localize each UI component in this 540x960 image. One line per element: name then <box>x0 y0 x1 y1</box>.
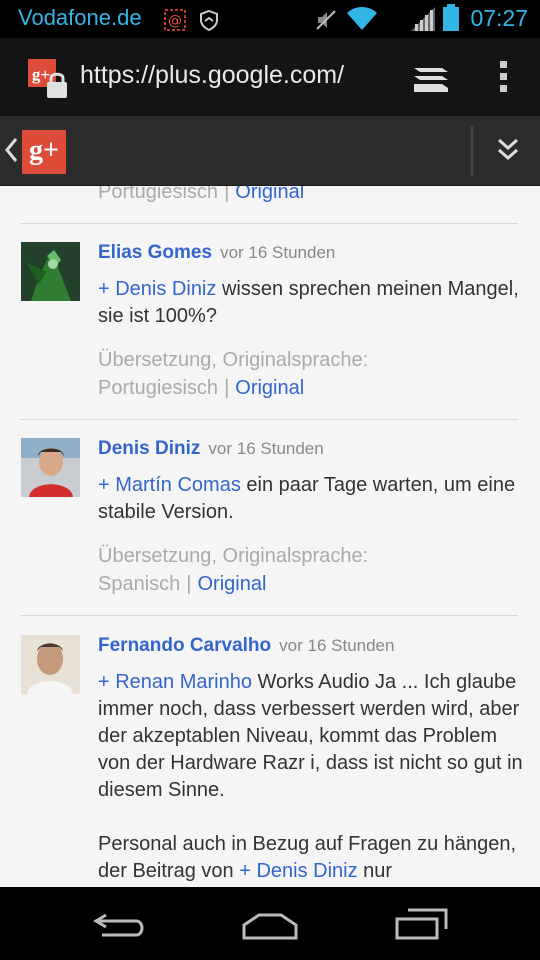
overflow-menu-icon[interactable] <box>499 60 509 98</box>
url-field[interactable]: https://plus.google.com/ <box>80 61 344 90</box>
wifi-icon <box>346 6 378 36</box>
gplus-logo[interactable]: g+ <box>22 130 66 174</box>
comment-header: Denis Diniz vor 16 Stunden <box>98 438 324 460</box>
mention-link[interactable]: + Renan Marinho <box>98 671 252 693</box>
email-notification-icon: @ <box>164 9 186 35</box>
comment-time: vor 16 Stunden <box>279 636 395 655</box>
mention-link[interactable]: + Martín Comas <box>98 474 241 496</box>
home-icon[interactable] <box>241 911 299 945</box>
back-icon[interactable] <box>92 911 148 945</box>
comment-header: Elias Gomes vor 16 Stunden <box>98 242 335 264</box>
original-link[interactable]: Original <box>197 573 266 595</box>
mention-link[interactable]: + Denis Diniz <box>98 278 216 300</box>
comment-text-continued: Personal auch in Bezug auf Fragen zu hän… <box>98 833 517 882</box>
comment-text: + Denis Diniz wissen sprechen meinen Man… <box>98 278 519 327</box>
gplus-app-bar: g+ <box>0 116 540 186</box>
signal-icon <box>410 6 436 36</box>
gplus-secure-icon: g+ <box>28 59 70 105</box>
recent-apps-icon[interactable] <box>394 907 450 945</box>
comment-text: + Renan Marinho Works Audio Ja ... Ich g… <box>98 671 523 801</box>
avatar[interactable] <box>21 635 80 694</box>
author-name[interactable]: Denis Diniz <box>98 438 200 459</box>
author-name[interactable]: Elias Gomes <box>98 242 212 263</box>
divider <box>20 419 518 420</box>
system-nav-bar <box>0 887 540 960</box>
carrier-label: Vodafone.de <box>18 5 142 30</box>
comment-time: vor 16 Stunden <box>208 439 324 458</box>
translation-info: Übersetzung, Originalsprache: Portugiesi… <box>98 349 369 399</box>
original-link[interactable]: Original <box>235 377 304 399</box>
comment-header: Fernando Carvalho vor 16 Stunden <box>98 635 394 657</box>
comments-list: Portugiesisch | Original Elias Gomes vor 16… <box>0 186 540 887</box>
translation-info: Übersetzung, Originalsprache: Spanisch | O… <box>98 545 369 595</box>
bar-divider <box>471 126 473 176</box>
divider <box>20 615 518 616</box>
svg-text:g+: g+ <box>32 65 50 84</box>
tabs-icon[interactable] <box>412 64 450 98</box>
avatar[interactable] <box>21 242 80 301</box>
svg-text:@: @ <box>168 13 182 29</box>
original-link[interactable]: Original <box>235 186 304 203</box>
comment-text: + Martín Comas ein paar Tage warten, um … <box>98 474 516 523</box>
expand-double-chevron-icon[interactable] <box>497 136 519 168</box>
clock: 07:27 <box>470 5 528 31</box>
comment-time: vor 16 Stunden <box>220 243 336 262</box>
battery-icon <box>442 4 460 36</box>
status-bar: Vodafone.de @ 07:27 <box>0 0 540 38</box>
avatar[interactable] <box>21 438 80 497</box>
vpn-shield-icon <box>198 9 220 35</box>
mention-link[interactable]: + Denis Diniz <box>239 860 357 882</box>
mute-icon <box>314 8 338 36</box>
browser-url-bar: g+ https://plus.google.com/ <box>0 38 540 116</box>
translation-info: Portugiesisch | Original <box>98 186 523 206</box>
divider <box>20 223 518 224</box>
back-chevron-icon[interactable] <box>4 136 18 168</box>
author-name[interactable]: Fernando Carvalho <box>98 635 271 656</box>
